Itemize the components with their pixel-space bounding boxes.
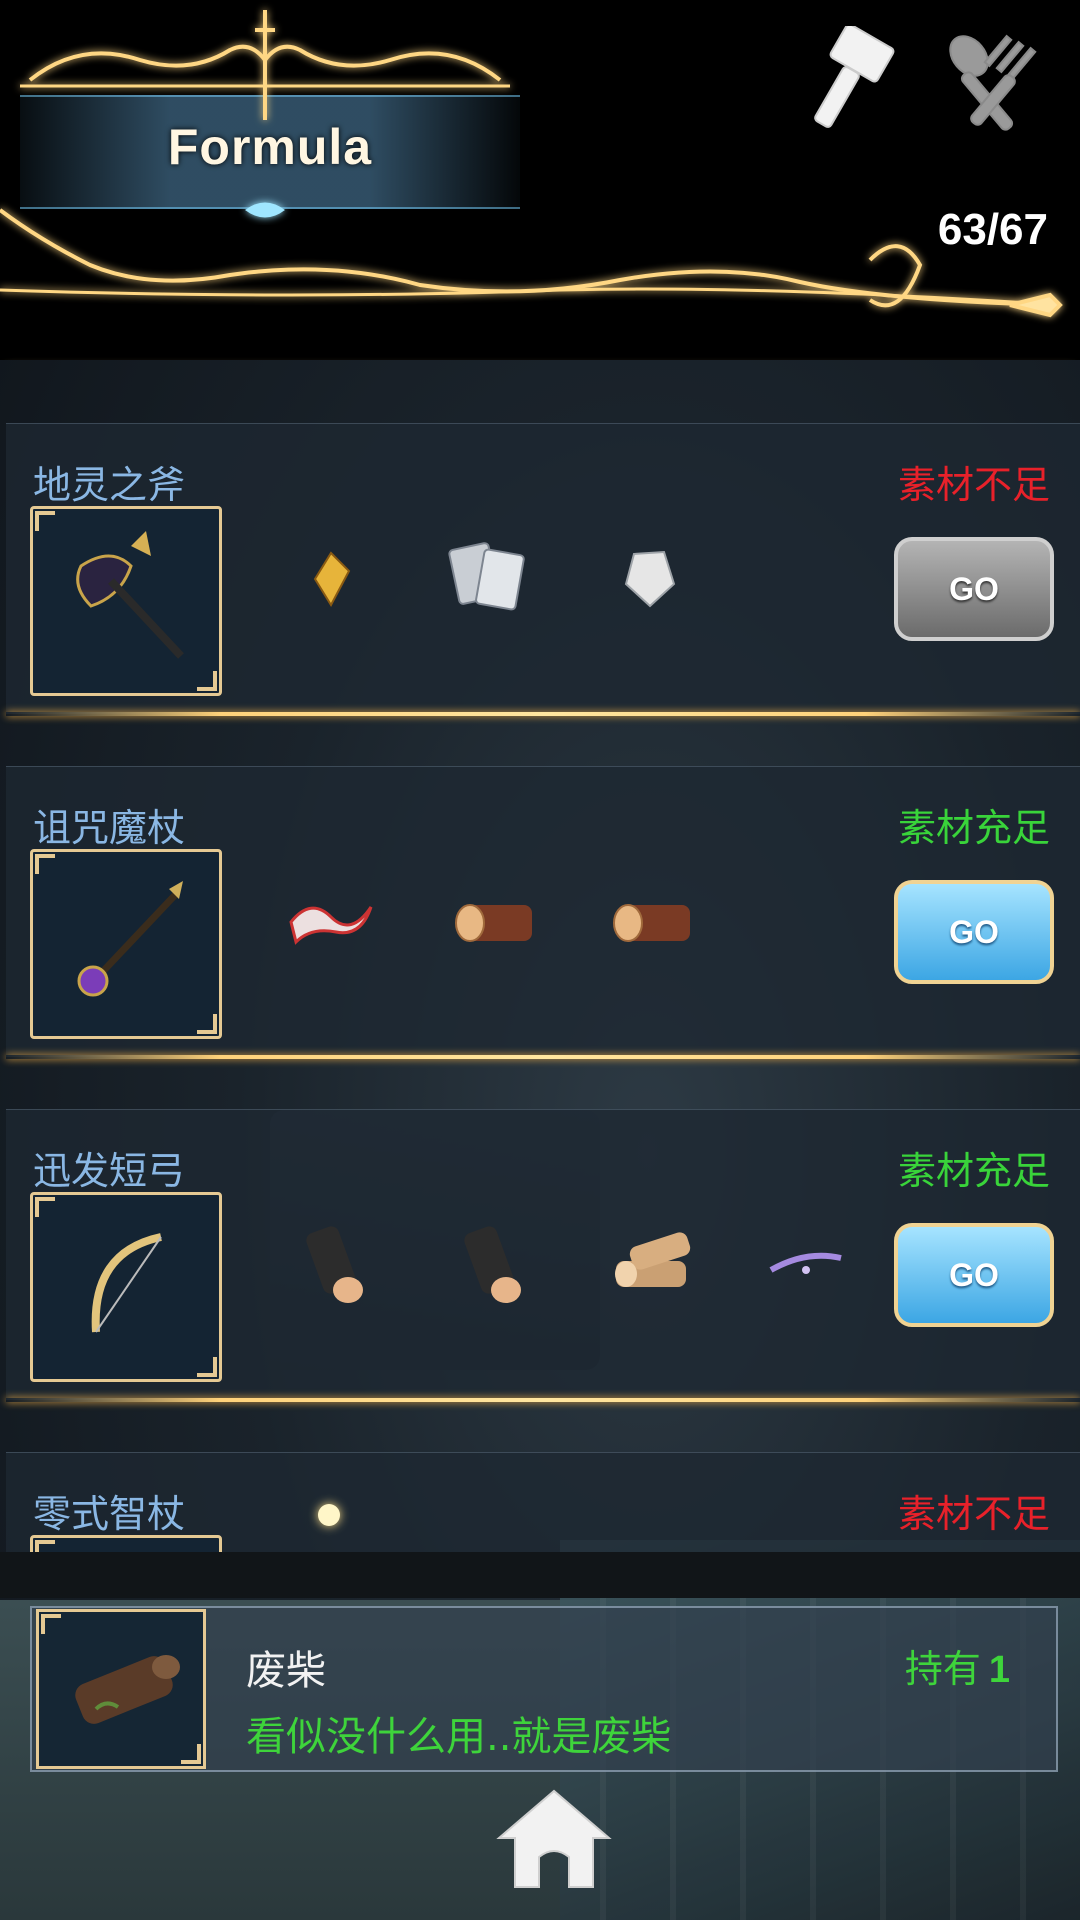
owned-number: 1 [988, 1649, 1010, 1691]
gold-shard-icon [313, 551, 351, 608]
ribbon-icon [289, 906, 373, 945]
recipe-status: 素材充足 [897, 1149, 1050, 1193]
dark-axe-icon [76, 531, 184, 659]
material-slot[interactable] [751, 1210, 861, 1320]
silver-plates-icon [448, 542, 525, 611]
material-slot[interactable] [276, 524, 386, 634]
recipe-status: 素材不足 [897, 463, 1050, 507]
firewood-icon [75, 1655, 180, 1724]
material-slot[interactable] [434, 524, 544, 634]
recipe-row: 地灵之斧 素材不足 GO [6, 423, 1080, 716]
recipe-row: 迅发短弓 素材充足 GO [6, 1109, 1080, 1402]
short-bow-icon [91, 1233, 162, 1333]
home-icon [496, 1789, 612, 1888]
log-icon [455, 904, 532, 942]
page-title: Formula [167, 119, 373, 175]
owned-label: 持有 [904, 1647, 981, 1691]
recipe-status: 素材充足 [897, 806, 1050, 850]
material-slot[interactable] [438, 867, 548, 977]
recipe-name: 地灵之斧 [33, 463, 186, 507]
bowstring-icon [769, 1252, 842, 1274]
home-button[interactable] [484, 1778, 624, 1898]
dark-log-icon [464, 1226, 521, 1303]
info-item-slot [36, 1609, 206, 1769]
hammer-icon [814, 26, 895, 128]
crystal-icon [624, 550, 676, 608]
gold-ornament-icon [0, 10, 1063, 318]
cursed-staff-icon [77, 881, 183, 997]
recipe-status: 素材不足 [897, 1492, 1050, 1536]
info-item-name: 废柴 [246, 1648, 326, 1694]
forge-tab[interactable] [790, 26, 900, 136]
recipe-item-slot[interactable] [30, 1192, 222, 1382]
dark-log-icon [306, 1226, 363, 1303]
recipe-item-slot[interactable] [30, 849, 222, 1039]
log-icon [613, 904, 690, 942]
header: Formula 63/67 [0, 0, 1080, 360]
craft-go-button[interactable]: GO [894, 880, 1054, 984]
recipe-name: 零式智杖 [33, 1492, 186, 1536]
recipe-count: 63/67 [937, 205, 1048, 254]
scroll-indicator [318, 1504, 340, 1526]
material-slot[interactable] [596, 867, 706, 977]
material-slot[interactable] [596, 1210, 706, 1320]
spoon-fork-icon [949, 34, 1037, 131]
divider [0, 1552, 1080, 1598]
crafting-screen: Formula 63/67 地灵之斧 素材不足 GO 诅咒魔杖 素材充足 GO … [0, 0, 1080, 1920]
recipe-name: 迅发短弓 [33, 1149, 186, 1193]
material-slot[interactable] [439, 1210, 549, 1320]
wood-pile-icon [615, 1232, 691, 1287]
material-slot[interactable] [281, 1210, 391, 1320]
recipe-item-slot[interactable] [30, 1535, 222, 1553]
recipe-row: 诅咒魔杖 素材充足 GO [6, 766, 1080, 1059]
craft-go-button[interactable]: GO [894, 1223, 1054, 1327]
craft-go-button[interactable]: GO [894, 537, 1054, 641]
recipe-row: 零式智杖 素材不足 [6, 1452, 1080, 1553]
cooking-tab[interactable] [935, 26, 1045, 136]
owned-count: 持有 1 [905, 1638, 1010, 1693]
info-item-description: 看似没什么用..就是废柴 [246, 1714, 672, 1760]
recipe-name: 诅咒魔杖 [33, 806, 186, 850]
item-info-panel: 废柴 持有 1 看似没什么用..就是废柴 [30, 1606, 1058, 1772]
material-slot[interactable] [594, 524, 704, 634]
material-slot[interactable] [276, 867, 386, 977]
recipe-item-slot[interactable] [30, 506, 222, 696]
